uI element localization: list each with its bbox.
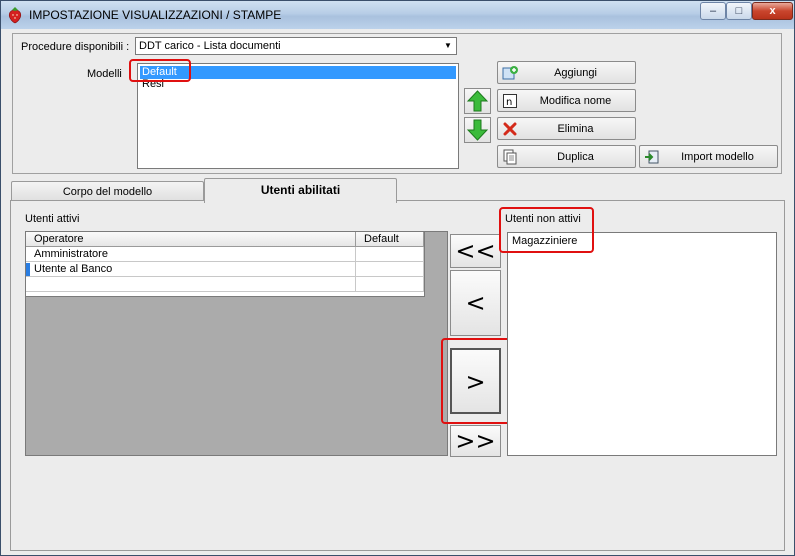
utenti-attivi-table: Operatore Default Amministratore Utente … <box>26 232 425 297</box>
delete-icon <box>503 122 517 136</box>
modifica-nome-button[interactable]: n Modifica nome <box>497 89 636 112</box>
move-left-button[interactable]: < <box>450 270 501 336</box>
table-row-empty <box>26 277 356 292</box>
duplica-label: Duplica <box>557 151 594 163</box>
highlight-box <box>499 207 594 253</box>
column-header-default[interactable]: Default <box>356 232 424 247</box>
modelli-label: Modelli <box>87 68 122 80</box>
main-window: IMPOSTAZIONE VISUALIZZAZIONI / STAMPE – … <box>0 0 795 556</box>
utenti-non-attivi-list[interactable]: Magazziniere <box>507 232 777 456</box>
tab-utenti-abilitati[interactable]: Utenti abilitati <box>204 178 397 203</box>
close-button[interactable]: x <box>752 2 793 20</box>
move-all-right-button[interactable]: >> <box>450 425 501 457</box>
column-header-operatore[interactable]: Operatore <box>26 232 356 247</box>
table-cell-default[interactable] <box>356 247 424 262</box>
strawberry-app-icon <box>8 7 22 24</box>
model-settings-group: Procedure disponibili : DDT carico - Lis… <box>12 33 782 174</box>
import-modello-label: Import modello <box>681 151 754 163</box>
dialog-client: Procedure disponibili : DDT carico - Lis… <box>5 30 790 551</box>
procedure-value: DDT carico - Lista documenti <box>139 40 281 52</box>
table-row[interactable]: Utente al Banco <box>26 262 356 277</box>
utenti-abilitati-page: Utenti attivi Operatore Default Amminist… <box>10 200 785 551</box>
import-modello-button[interactable]: Import modello <box>639 145 778 168</box>
highlight-box <box>129 59 191 82</box>
table-row[interactable]: Amministratore <box>26 247 356 262</box>
aggiungi-label: Aggiungi <box>554 67 597 79</box>
svg-text:n: n <box>506 97 512 108</box>
tab-corpo-del-modello[interactable]: Corpo del modello <box>11 181 204 202</box>
procedure-label: Procedure disponibili : <box>21 41 130 53</box>
title-bar[interactable]: IMPOSTAZIONE VISUALIZZAZIONI / STAMPE – … <box>1 1 794 29</box>
table-cell-empty <box>356 277 424 292</box>
move-down-button[interactable] <box>464 117 491 143</box>
elimina-button[interactable]: Elimina <box>497 117 636 140</box>
maximize-button[interactable]: □ <box>726 2 752 20</box>
move-up-button[interactable] <box>464 88 491 114</box>
move-all-left-button[interactable]: << <box>450 234 501 268</box>
arrow-up-icon <box>466 90 489 112</box>
add-model-icon <box>502 66 518 80</box>
minimize-button[interactable]: – <box>700 2 726 20</box>
utenti-attivi-grid[interactable]: Operatore Default Amministratore Utente … <box>25 231 448 456</box>
procedure-select[interactable]: DDT carico - Lista documenti ▼ <box>135 37 457 55</box>
duplica-button[interactable]: Duplica <box>497 145 636 168</box>
duplicate-icon <box>503 149 517 165</box>
rename-icon: n <box>503 94 517 108</box>
import-icon <box>645 150 659 164</box>
table-cell-default[interactable] <box>356 262 424 277</box>
window-title: IMPOSTAZIONE VISUALIZZAZIONI / STAMPE <box>29 8 282 22</box>
elimina-label: Elimina <box>557 123 594 135</box>
chevron-down-icon[interactable]: ▼ <box>441 39 455 53</box>
utenti-attivi-label: Utenti attivi <box>25 213 80 225</box>
aggiungi-button[interactable]: Aggiungi <box>497 61 636 84</box>
arrow-down-icon <box>466 119 489 141</box>
modifica-nome-label: Modifica nome <box>539 95 612 107</box>
